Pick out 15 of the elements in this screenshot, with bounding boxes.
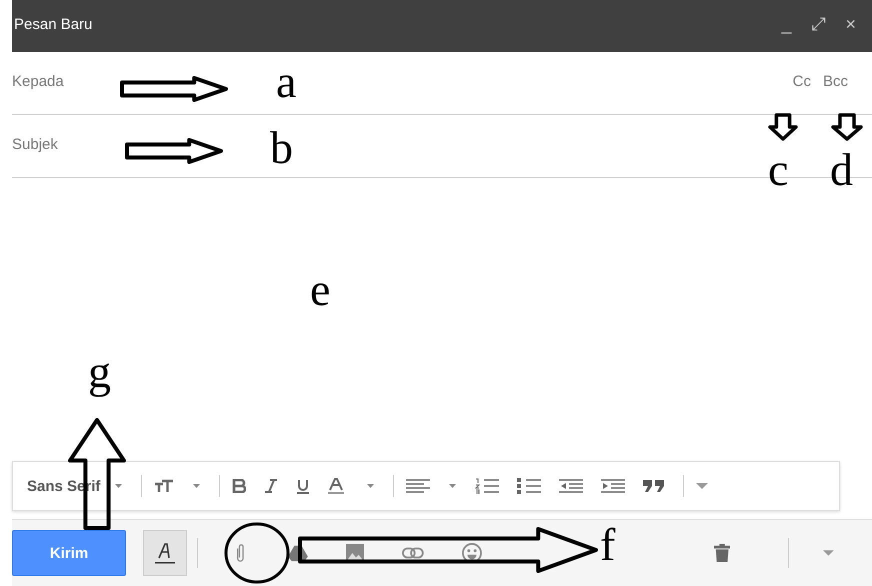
recipient-field[interactable]: Kepada	[12, 66, 112, 96]
minimize-button[interactable]: _	[781, 14, 792, 34]
annotation-letter: c	[768, 143, 788, 197]
annotation-letter: f	[600, 518, 616, 572]
annotation-letter: b	[270, 121, 293, 175]
bcc-link[interactable]: Bcc	[822, 72, 848, 90]
cc-link[interactable]: Cc	[792, 72, 811, 90]
window-title: Pesan Baru	[14, 16, 92, 33]
subject-field[interactable]: Subjek	[12, 130, 112, 160]
annotation-letter: e	[310, 263, 330, 317]
annotation-letter: a	[276, 55, 296, 109]
annotation-letter: d	[830, 143, 853, 197]
annotation-letter: g	[88, 345, 111, 399]
maximize-button[interactable]: ⤢	[811, 14, 826, 34]
close-button[interactable]: ×	[845, 14, 856, 34]
